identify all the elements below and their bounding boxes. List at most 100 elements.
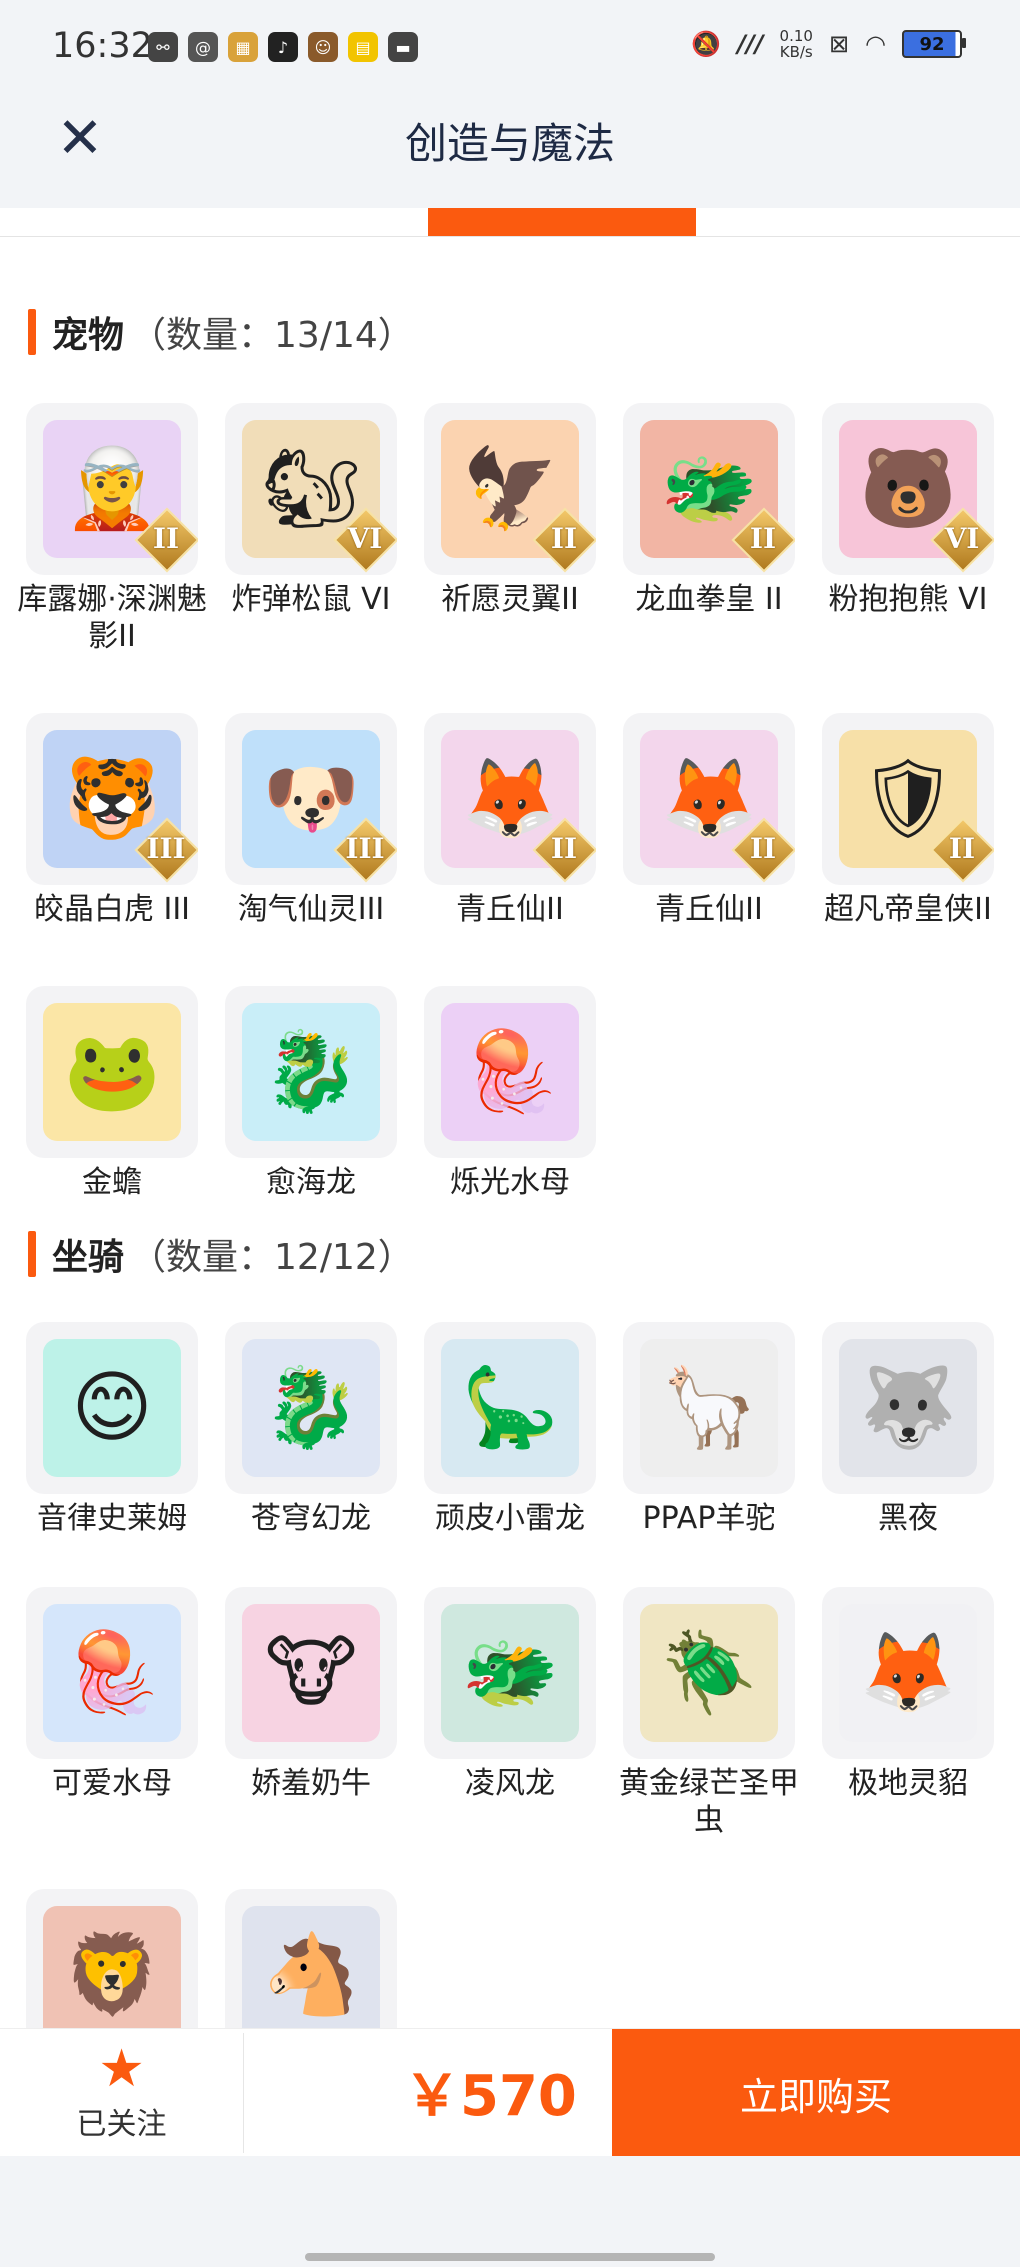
item-image: 🐴 bbox=[242, 1906, 380, 2044]
item-thumbnail: 🐻 VI bbox=[822, 403, 994, 575]
price: ￥570 bbox=[404, 2064, 577, 2129]
mount-item[interactable]: 🦊 极地灵貂 bbox=[822, 1587, 994, 1839]
tier-badge-text: III bbox=[146, 832, 186, 865]
app-notification-icon: ⚯ bbox=[148, 32, 178, 62]
item-label: 顽皮小雷龙 bbox=[435, 1501, 585, 1536]
item-image: 🐉 bbox=[242, 1339, 380, 1477]
pet-item[interactable]: 🐶 III 淘气仙灵III bbox=[225, 713, 397, 928]
star-icon: ★ bbox=[98, 2039, 145, 2099]
status-right: 🔕 /// 0.10 KB/s ⊠ ◠ 92 bbox=[691, 27, 966, 61]
tier-badge-text: II bbox=[550, 832, 578, 865]
item-label: 淘气仙灵III bbox=[237, 892, 385, 927]
section-title-pets: 宠物 （数量：13/14） bbox=[28, 306, 414, 358]
tier-badge-text: VI bbox=[347, 522, 383, 555]
pet-item[interactable]: 🦊 II 青丘仙II bbox=[623, 713, 795, 928]
item-thumbnail: 🦅 II bbox=[424, 403, 596, 575]
app-notification-icon: ▬ bbox=[388, 32, 418, 62]
item-thumbnail: 🦙 bbox=[623, 1322, 795, 1494]
item-label: 烁光水母 bbox=[450, 1165, 570, 1200]
mount-item[interactable]: 😊 音律史莱姆 bbox=[26, 1322, 198, 1537]
item-thumbnail: 🐸 bbox=[26, 986, 198, 1158]
item-label: 凌风龙 bbox=[465, 1766, 555, 1801]
mount-item[interactable]: 🪼 可爱水母 bbox=[26, 1587, 198, 1839]
item-label: 极地灵貂 bbox=[848, 1766, 968, 1801]
follow-label: 已关注 bbox=[76, 2107, 167, 2142]
item-thumbnail: 🐉 bbox=[225, 1322, 397, 1494]
item-image: 🪲 bbox=[640, 1604, 778, 1742]
header-divider bbox=[0, 236, 1020, 237]
wifi-icon: ◠ bbox=[865, 30, 886, 58]
page-title: 创造与魔法 bbox=[404, 119, 615, 168]
tier-badge-text: VI bbox=[944, 522, 980, 555]
item-thumbnail: 🛡 II bbox=[822, 713, 994, 885]
tier-badge-text: II bbox=[948, 832, 976, 865]
signal-icon: /// bbox=[737, 30, 764, 58]
item-label: 愈海龙 bbox=[266, 1165, 356, 1200]
mount-item[interactable]: 🐉 苍穹幻龙 bbox=[225, 1322, 397, 1537]
item-thumbnail: 🐲 bbox=[424, 1587, 596, 1759]
status-time: 16:32 bbox=[52, 26, 153, 66]
section-count: （数量：13/14） bbox=[130, 315, 414, 356]
section-count: （数量：12/12） bbox=[130, 1237, 414, 1278]
item-label: 青丘仙II bbox=[655, 892, 763, 927]
battery-icon: 92 bbox=[902, 30, 966, 58]
item-label: 库露娜·深渊魅影II bbox=[17, 582, 207, 654]
status-app-icons: ⚯ @ ▦ ♪ ☺ ▤ ▬ bbox=[148, 32, 418, 62]
item-label: 娇羞奶牛 bbox=[251, 1766, 371, 1801]
item-thumbnail: 🐺 bbox=[822, 1322, 994, 1494]
item-label: 音律史莱姆 bbox=[37, 1501, 187, 1536]
pet-item[interactable]: 🐸 金蟾 bbox=[26, 986, 198, 1201]
pet-item[interactable]: 🐉 愈海龙 bbox=[225, 986, 397, 1201]
item-label: 黑夜 bbox=[878, 1501, 938, 1536]
net-speed: 0.10 KB/s bbox=[779, 27, 813, 61]
item-image: 🦕 bbox=[441, 1339, 579, 1477]
pets-grid: 🧝 II 库露娜·深渊魅影II 🐿 VI 炸弹松鼠 VI 🦅 II 祈愿灵翼II 🐲 II 龙血拳皇 … bbox=[17, 403, 1004, 1201]
buy-now-button[interactable]: 立即购买 bbox=[612, 2029, 1020, 2157]
item-label: 祈愿灵翼II bbox=[441, 582, 579, 617]
tier-badge-text: II bbox=[749, 522, 777, 555]
item-label: 皎晶白虎 III bbox=[33, 892, 191, 927]
item-thumbnail: 🐲 II bbox=[623, 403, 795, 575]
pet-item[interactable]: 🐻 VI 粉抱抱熊 VI bbox=[822, 403, 994, 655]
pet-item[interactable]: 🐲 II 龙血拳皇 II bbox=[623, 403, 795, 655]
pet-item[interactable]: 🦊 II 青丘仙II bbox=[424, 713, 596, 928]
app-notification-icon: ▤ bbox=[348, 32, 378, 62]
item-label: 苍穹幻龙 bbox=[251, 1501, 371, 1536]
item-image: 🪼 bbox=[441, 1003, 579, 1141]
item-thumbnail: 🐿 VI bbox=[225, 403, 397, 575]
item-label: 粉抱抱熊 VI bbox=[828, 582, 988, 617]
sim-off-icon: ⊠ bbox=[828, 30, 850, 58]
pet-item[interactable]: 🪼 烁光水母 bbox=[424, 986, 596, 1201]
item-label: 龙血拳皇 II bbox=[635, 582, 783, 617]
pet-item[interactable]: 🐯 III 皎晶白虎 III bbox=[26, 713, 198, 928]
app-notification-icon: ▦ bbox=[228, 32, 258, 62]
home-indicator[interactable] bbox=[305, 2253, 715, 2261]
mount-item[interactable]: 🐮 娇羞奶牛 bbox=[225, 1587, 397, 1839]
mount-item[interactable]: 🦙 PPAP羊驼 bbox=[623, 1322, 795, 1537]
mount-item[interactable]: 🐲 凌风龙 bbox=[424, 1587, 596, 1839]
pet-item[interactable]: 🧝 II 库露娜·深渊魅影II bbox=[17, 403, 207, 655]
tab-active-indicator bbox=[428, 208, 696, 236]
section-name: 宠物 bbox=[52, 315, 125, 356]
follow-button[interactable]: ★ 已关注 bbox=[0, 2029, 243, 2157]
tier-badge-text: II bbox=[152, 522, 180, 555]
item-image: 🪼 bbox=[43, 1604, 181, 1742]
pet-item[interactable]: 🛡 II 超凡帝皇侠II bbox=[822, 713, 994, 928]
mount-item[interactable]: 🪲 黄金绿芒圣甲虫 bbox=[619, 1587, 799, 1839]
item-label: 青丘仙II bbox=[456, 892, 564, 927]
item-thumbnail: 🪼 bbox=[26, 1587, 198, 1759]
item-thumbnail: 🐯 III bbox=[26, 713, 198, 885]
item-thumbnail: 🪲 bbox=[623, 1587, 795, 1759]
mount-item[interactable]: 🦕 顽皮小雷龙 bbox=[424, 1322, 596, 1537]
mute-icon: 🔕 bbox=[691, 30, 722, 58]
pet-item[interactable]: 🐿 VI 炸弹松鼠 VI bbox=[225, 403, 397, 655]
item-thumbnail: 🦊 bbox=[822, 1587, 994, 1759]
tier-badge-text: II bbox=[550, 522, 578, 555]
item-image: 🐮 bbox=[242, 1604, 380, 1742]
tier-badge-text: III bbox=[345, 832, 385, 865]
mount-item[interactable]: 🐺 黑夜 bbox=[822, 1322, 994, 1537]
item-image: 😊 bbox=[43, 1339, 181, 1477]
app-notification-icon: ☺ bbox=[308, 32, 338, 62]
pet-item[interactable]: 🦅 II 祈愿灵翼II bbox=[424, 403, 596, 655]
item-image: 🦊 bbox=[839, 1604, 977, 1742]
